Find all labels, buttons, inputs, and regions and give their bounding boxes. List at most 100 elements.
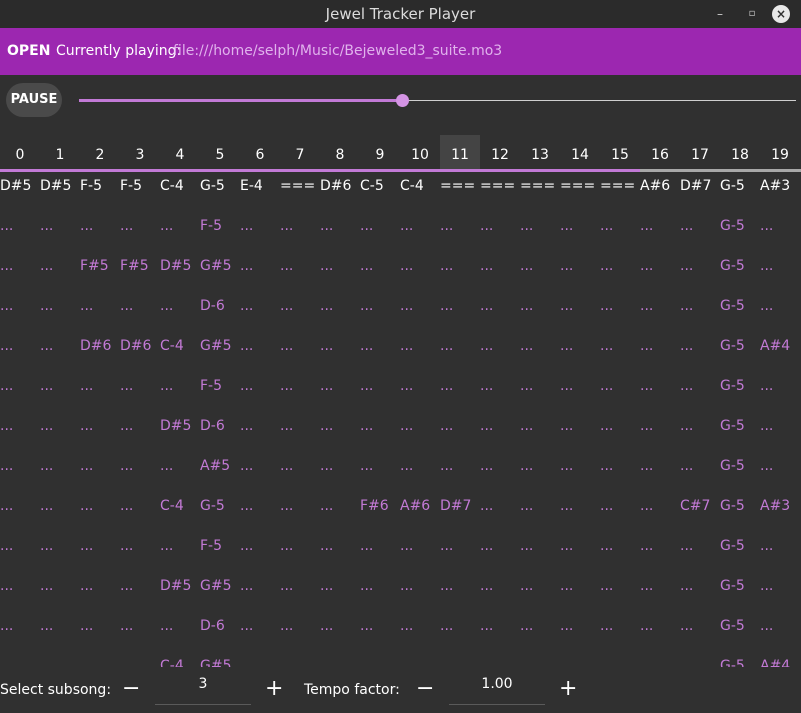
note-cell: ... (600, 498, 614, 514)
note-cell: G#5 (200, 338, 232, 354)
note-cell: ... (360, 578, 374, 594)
note-cell: ... (360, 298, 374, 314)
channel-header-9[interactable]: 9 (360, 135, 400, 171)
channel-header-3[interactable]: 3 (120, 135, 160, 171)
note-cell: ... (120, 298, 134, 314)
note-cell: D#6 (320, 178, 352, 194)
note-cell: ... (520, 658, 534, 667)
note-cell: ... (40, 298, 54, 314)
note-cell: ... (480, 658, 494, 667)
note-cell: ... (640, 578, 654, 594)
subsong-decrement-button[interactable]: − (122, 676, 140, 701)
maximize-icon[interactable]: ▫ (742, 4, 762, 24)
title-bar: Jewel Tracker Player – ▫ × (0, 0, 801, 28)
note-cell: G-5 (720, 498, 745, 514)
channel-header-19[interactable]: 19 (760, 135, 800, 171)
note-cell: ... (680, 658, 694, 667)
note-cell: ... (440, 258, 454, 274)
note-cell: ... (320, 218, 334, 234)
channel-header-16[interactable]: 16 (640, 135, 680, 171)
note-cell: ... (640, 338, 654, 354)
note-cell: ... (440, 418, 454, 434)
channel-header-1[interactable]: 1 (40, 135, 80, 171)
note-cell: ... (240, 658, 254, 667)
note-cell: ... (40, 258, 54, 274)
tempo-decrement-button[interactable]: − (416, 676, 434, 701)
note-cell: D#6 (80, 338, 112, 354)
tempo-increment-button[interactable]: + (559, 676, 577, 701)
note-cell: C#7 (680, 498, 711, 514)
channel-header-13[interactable]: 13 (520, 135, 560, 171)
note-cell: ... (520, 218, 534, 234)
note-cell: ... (240, 538, 254, 554)
seek-slider[interactable] (79, 94, 796, 107)
channel-header-underline-rest (640, 169, 801, 172)
note-cell: ... (400, 578, 414, 594)
note-cell: ... (560, 418, 574, 434)
note-cell: F-5 (120, 178, 143, 194)
note-cell: ... (0, 658, 14, 667)
note-cell: G-5 (720, 338, 745, 354)
channel-header-15[interactable]: 15 (600, 135, 640, 171)
channel-header-10[interactable]: 10 (400, 135, 440, 171)
note-cell: ... (320, 618, 334, 634)
channel-header-0[interactable]: 0 (0, 135, 40, 171)
note-cell: ... (600, 258, 614, 274)
channel-header-7[interactable]: 7 (280, 135, 320, 171)
note-cell: ... (40, 498, 54, 514)
note-cell: ... (0, 578, 14, 594)
note-cell: ... (0, 378, 14, 394)
note-cell: ... (80, 218, 94, 234)
note-cell: D#5 (160, 258, 192, 274)
note-cell: D#5 (160, 418, 192, 434)
note-cell: ... (240, 378, 254, 394)
note-cell: D#7 (680, 178, 712, 194)
note-cell: ... (120, 418, 134, 434)
channel-header-5[interactable]: 5 (200, 135, 240, 171)
note-cell: A#4 (760, 658, 791, 667)
note-cell: ... (320, 578, 334, 594)
pause-button[interactable]: PAUSE (6, 83, 62, 117)
channel-header-18[interactable]: 18 (720, 135, 760, 171)
channel-header-14[interactable]: 14 (560, 135, 600, 171)
note-cell: ... (520, 578, 534, 594)
note-cell: ... (520, 458, 534, 474)
note-cell: F-5 (200, 378, 223, 394)
tempo-input[interactable]: 1.00 (449, 676, 545, 692)
note-cell: ... (280, 458, 294, 474)
note-cell: ... (640, 618, 654, 634)
note-cell: ... (400, 458, 414, 474)
channel-header-17[interactable]: 17 (680, 135, 720, 171)
subsong-input[interactable]: 3 (155, 676, 251, 692)
note-cell: ... (360, 618, 374, 634)
note-cell: ... (600, 378, 614, 394)
note-cell: ... (80, 618, 94, 634)
note-cell: ... (280, 338, 294, 354)
channel-header-12[interactable]: 12 (480, 135, 520, 171)
note-cell: C-4 (160, 498, 184, 514)
close-icon[interactable]: × (772, 5, 790, 23)
minimize-icon[interactable]: – (710, 4, 730, 24)
note-cell: ... (560, 498, 574, 514)
note-cell: ... (640, 538, 654, 554)
note-cell: ... (760, 378, 774, 394)
channel-header-2[interactable]: 2 (80, 135, 120, 171)
note-cell: ... (0, 258, 14, 274)
channel-header-8[interactable]: 8 (320, 135, 360, 171)
note-cell: A#4 (760, 338, 791, 354)
note-cell: D-6 (200, 618, 225, 634)
channel-header-4[interactable]: 4 (160, 135, 200, 171)
note-cell: ... (480, 498, 494, 514)
note-cell: ... (280, 658, 294, 667)
channel-header-6[interactable]: 6 (240, 135, 280, 171)
note-cell: ... (280, 418, 294, 434)
note-cell: ... (240, 458, 254, 474)
subsong-increment-button[interactable]: + (265, 676, 283, 701)
note-cell: A#5 (200, 458, 231, 474)
note-cell: ... (760, 538, 774, 554)
channel-header-11[interactable]: 11 (440, 135, 480, 171)
note-cell: === (480, 178, 516, 194)
seek-slider-handle[interactable] (396, 94, 409, 107)
note-cell: ... (240, 498, 254, 514)
open-button[interactable]: OPEN (7, 43, 50, 59)
